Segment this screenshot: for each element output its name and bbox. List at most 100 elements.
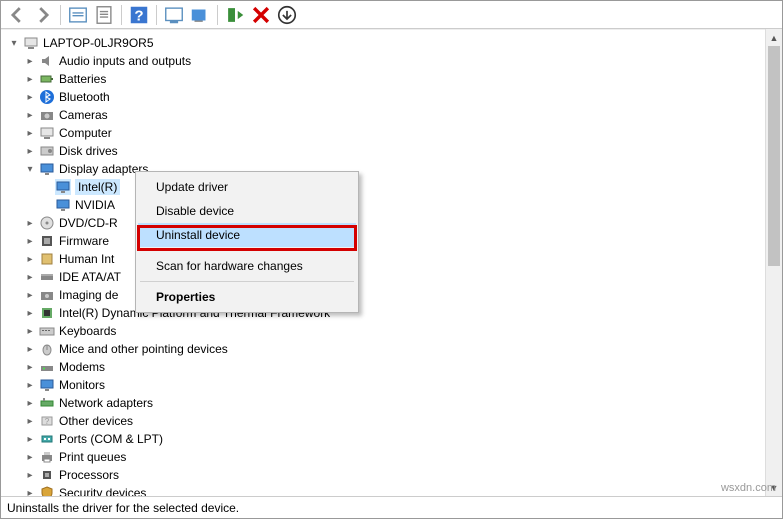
category-label: Modems bbox=[59, 360, 105, 374]
menu-label: Uninstall device bbox=[156, 228, 240, 242]
expand-icon[interactable]: ▸ bbox=[23, 54, 37, 68]
separator bbox=[156, 5, 157, 25]
expand-icon[interactable]: ▸ bbox=[23, 144, 37, 158]
root-node[interactable]: ▾ LAPTOP-0LJR9OR5 bbox=[7, 34, 782, 52]
category-label: Security devices bbox=[59, 486, 146, 496]
category-disk-drives[interactable]: ▸ Disk drives bbox=[7, 142, 782, 160]
audio-icon bbox=[39, 53, 55, 69]
category-ports[interactable]: ▸ Ports (COM & LPT) bbox=[7, 430, 782, 448]
category-label: Monitors bbox=[59, 378, 105, 392]
root-label: LAPTOP-0LJR9OR5 bbox=[43, 36, 154, 50]
category-monitors[interactable]: ▸ Monitors bbox=[7, 376, 782, 394]
status-text: Uninstalls the driver for the selected d… bbox=[7, 501, 239, 515]
computer-icon bbox=[23, 35, 39, 51]
properties-button[interactable] bbox=[92, 4, 116, 26]
category-label: Keyboards bbox=[59, 324, 116, 338]
svg-text:?: ? bbox=[134, 7, 143, 24]
expand-icon[interactable]: ▸ bbox=[23, 450, 37, 464]
category-label: Firmware bbox=[59, 234, 109, 248]
update-driver-button[interactable] bbox=[162, 4, 186, 26]
context-menu: Update driver Disable device Uninstall d… bbox=[135, 171, 359, 313]
expand-icon[interactable]: ▸ bbox=[23, 378, 37, 392]
collapse-icon[interactable]: ▾ bbox=[23, 162, 37, 176]
device-tree[interactable]: ▾ LAPTOP-0LJR9OR5 ▸Audio inputs and outp… bbox=[1, 30, 782, 496]
display-icon bbox=[39, 161, 55, 177]
menu-uninstall-device[interactable]: Uninstall device bbox=[138, 223, 356, 247]
bluetooth-icon bbox=[39, 89, 55, 105]
scan-changes-button[interactable] bbox=[275, 4, 299, 26]
category-cameras[interactable]: ▸ Cameras bbox=[7, 106, 782, 124]
enable-device-button[interactable] bbox=[223, 4, 247, 26]
display-icon bbox=[55, 179, 71, 195]
expand-icon[interactable]: ▸ bbox=[23, 468, 37, 482]
device-nvidia[interactable]: NVIDIA bbox=[7, 196, 782, 214]
category-thermal[interactable]: ▸Intel(R) Dynamic Platform and Thermal F… bbox=[7, 304, 782, 322]
expand-icon[interactable]: ▸ bbox=[23, 360, 37, 374]
category-label: Disk drives bbox=[59, 144, 118, 158]
show-hidden-button[interactable] bbox=[66, 4, 90, 26]
category-label: Mice and other pointing devices bbox=[59, 342, 228, 356]
category-label: Cameras bbox=[59, 108, 108, 122]
expand-icon[interactable]: ▸ bbox=[23, 396, 37, 410]
expand-icon[interactable]: ▸ bbox=[23, 432, 37, 446]
expand-icon[interactable]: ▸ bbox=[23, 216, 37, 230]
category-label: Ports (COM & LPT) bbox=[59, 432, 163, 446]
device-intel[interactable]: Intel(R) bbox=[7, 178, 782, 196]
category-bluetooth[interactable]: ▸Bluetooth bbox=[7, 88, 782, 106]
category-other[interactable]: ▸?Other devices bbox=[7, 412, 782, 430]
category-dvd[interactable]: ▸DVD/CD-R bbox=[7, 214, 782, 232]
expand-icon[interactable]: ▸ bbox=[23, 252, 37, 266]
scroll-thumb[interactable] bbox=[768, 46, 780, 266]
expand-icon[interactable]: ▸ bbox=[23, 306, 37, 320]
category-label: Imaging de bbox=[59, 288, 118, 302]
expand-icon[interactable]: ▸ bbox=[23, 270, 37, 284]
category-print[interactable]: ▸ Print queues bbox=[7, 448, 782, 466]
category-label: Print queues bbox=[59, 450, 126, 464]
menu-disable-device[interactable]: Disable device bbox=[138, 199, 356, 223]
category-label: Other devices bbox=[59, 414, 133, 428]
help-button[interactable]: ? bbox=[127, 4, 151, 26]
category-label: Batteries bbox=[59, 72, 106, 86]
menu-update-driver[interactable]: Update driver bbox=[138, 175, 356, 199]
vertical-scrollbar[interactable]: ▲ ▼ bbox=[765, 29, 782, 496]
category-label: Computer bbox=[59, 126, 112, 140]
category-display-adapters[interactable]: ▾Display adapters bbox=[7, 160, 782, 178]
expand-icon[interactable]: ▸ bbox=[23, 288, 37, 302]
expand-icon[interactable]: ▸ bbox=[23, 486, 37, 496]
expand-icon[interactable]: ▸ bbox=[23, 72, 37, 86]
category-ide[interactable]: ▸IDE ATA/AT bbox=[7, 268, 782, 286]
category-audio[interactable]: ▸Audio inputs and outputs bbox=[7, 52, 782, 70]
expand-icon[interactable]: ▸ bbox=[23, 234, 37, 248]
cpu-icon bbox=[39, 467, 55, 483]
dvd-icon bbox=[39, 215, 55, 231]
menu-scan-hardware[interactable]: Scan for hardware changes bbox=[138, 254, 356, 278]
expand-icon[interactable]: ▸ bbox=[23, 414, 37, 428]
scan-hardware-button[interactable] bbox=[188, 4, 212, 26]
back-button[interactable] bbox=[5, 4, 29, 26]
category-firmware[interactable]: ▸ Firmware bbox=[7, 232, 782, 250]
category-processors[interactable]: ▸ Processors bbox=[7, 466, 782, 484]
expand-icon[interactable]: ▸ bbox=[23, 126, 37, 140]
category-modems[interactable]: ▸ Modems bbox=[7, 358, 782, 376]
category-batteries[interactable]: ▸ Batteries bbox=[7, 70, 782, 88]
category-network[interactable]: ▸Network adapters bbox=[7, 394, 782, 412]
forward-button[interactable] bbox=[31, 4, 55, 26]
menu-properties[interactable]: Properties bbox=[138, 285, 356, 309]
expand-icon[interactable]: ▸ bbox=[23, 342, 37, 356]
collapse-icon[interactable]: ▾ bbox=[7, 36, 21, 50]
category-security[interactable]: ▸ Security devices bbox=[7, 484, 782, 496]
category-hid[interactable]: ▸Human Int bbox=[7, 250, 782, 268]
expand-icon[interactable]: ▸ bbox=[23, 90, 37, 104]
camera-icon bbox=[39, 107, 55, 123]
uninstall-device-button[interactable] bbox=[249, 4, 273, 26]
device-label: Intel(R) bbox=[75, 179, 120, 195]
category-label: Processors bbox=[59, 468, 119, 482]
expand-icon[interactable]: ▸ bbox=[23, 324, 37, 338]
category-mice[interactable]: ▸ Mice and other pointing devices bbox=[7, 340, 782, 358]
separator bbox=[121, 5, 122, 25]
category-computer[interactable]: ▸ Computer bbox=[7, 124, 782, 142]
expand-icon[interactable]: ▸ bbox=[23, 108, 37, 122]
scroll-up-icon[interactable]: ▲ bbox=[766, 29, 782, 46]
category-imaging[interactable]: ▸ Imaging de bbox=[7, 286, 782, 304]
category-keyboards[interactable]: ▸ Keyboards bbox=[7, 322, 782, 340]
